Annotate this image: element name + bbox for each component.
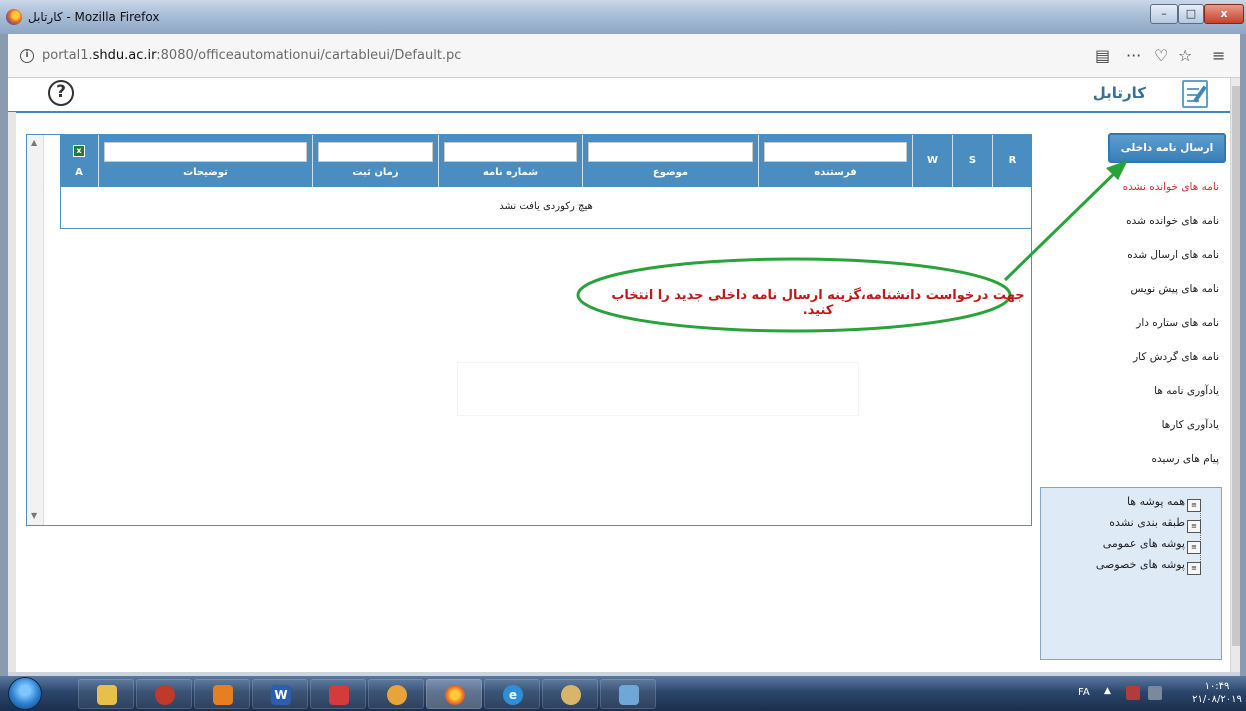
taskbar-app-search[interactable] bbox=[368, 679, 424, 709]
site-info-icon[interactable]: i bbox=[20, 49, 34, 63]
network-icon[interactable] bbox=[1126, 686, 1140, 700]
windows-taskbar: W e FA ▲ ۱۰:۴۹ ۲۱/۰۸/۲۰۱۹ bbox=[0, 676, 1246, 711]
tray-expand-icon[interactable]: ▲ bbox=[1104, 686, 1111, 696]
annotation-arrow-line bbox=[1003, 162, 1126, 282]
url-path: :8080/officeautomationui/cartableui/Defa… bbox=[156, 48, 462, 63]
taskbar-app-media[interactable] bbox=[194, 679, 250, 709]
firefox-app-icon bbox=[445, 685, 465, 705]
taskbar-app-chrome[interactable] bbox=[136, 679, 192, 709]
minimize-button[interactable]: – bbox=[1150, 4, 1178, 24]
taskbar-app-word[interactable]: W bbox=[252, 679, 308, 709]
firefox-logo-icon bbox=[6, 9, 22, 25]
page-actions-icon[interactable]: ··· bbox=[1126, 46, 1141, 65]
word-app-icon: W bbox=[271, 685, 291, 705]
bookmark-star-icon[interactable]: ☆ bbox=[1178, 46, 1192, 65]
page-content: ? کارتابل ▲ ▼ x A توضیحات زمان ثبت شماره… bbox=[8, 78, 1230, 672]
media-player-app-icon bbox=[213, 685, 233, 705]
taskbar-app-explorer[interactable] bbox=[78, 679, 134, 709]
close-button[interactable]: x bbox=[1204, 4, 1244, 24]
annotation-text: جهت درخواست دانشنامه،گزینه ارسال نامه دا… bbox=[611, 288, 1025, 318]
annotation-overlay bbox=[576, 160, 1128, 333]
url-field[interactable]: portal1.shdu.ac.ir:8080/officeautomation… bbox=[42, 48, 461, 63]
window-title: کارتابل - Mozilla Firefox bbox=[28, 10, 160, 24]
chrome-app-icon bbox=[155, 685, 175, 705]
taskbar-app-ie[interactable]: e bbox=[484, 679, 540, 709]
volume-icon[interactable] bbox=[1148, 686, 1162, 700]
remote-app-icon bbox=[329, 685, 349, 705]
ie-app-icon: e bbox=[503, 685, 523, 705]
maximize-button[interactable]: □ bbox=[1178, 4, 1204, 24]
pocket-icon[interactable]: ♡ bbox=[1154, 46, 1168, 65]
taskbar-app-anydesk[interactable] bbox=[310, 679, 366, 709]
window-titlebar: کارتابل - Mozilla Firefox – □ x bbox=[0, 0, 1246, 34]
taskbar-app-screen[interactable] bbox=[600, 679, 656, 709]
taskbar-app-firefox[interactable] bbox=[426, 679, 482, 709]
url-domain: shdu.ac.ir bbox=[92, 48, 157, 63]
address-bar: i portal1.shdu.ac.ir:8080/officeautomati… bbox=[8, 34, 1240, 78]
page-scrollbar-thumb[interactable] bbox=[1232, 86, 1240, 646]
folder-app-icon bbox=[97, 685, 117, 705]
clock-time: ۱۰:۴۹ bbox=[1204, 681, 1230, 692]
paint-app-icon bbox=[561, 685, 581, 705]
hamburger-menu-icon[interactable]: ≡ bbox=[1212, 46, 1225, 65]
url-prefix: portal1. bbox=[42, 48, 93, 63]
search-app-icon bbox=[387, 685, 407, 705]
screen-app-icon bbox=[619, 685, 639, 705]
taskbar-app-paint[interactable] bbox=[542, 679, 598, 709]
language-indicator[interactable]: FA bbox=[1078, 687, 1090, 698]
reader-view-icon[interactable]: ▤ bbox=[1095, 46, 1110, 65]
page-scrollbar[interactable] bbox=[1230, 78, 1240, 672]
start-button-icon[interactable] bbox=[8, 677, 42, 710]
clock-date: ۲۱/۰۸/۲۰۱۹ bbox=[1192, 694, 1242, 705]
taskbar-clock[interactable]: ۱۰:۴۹ ۲۱/۰۸/۲۰۱۹ bbox=[1192, 680, 1242, 706]
